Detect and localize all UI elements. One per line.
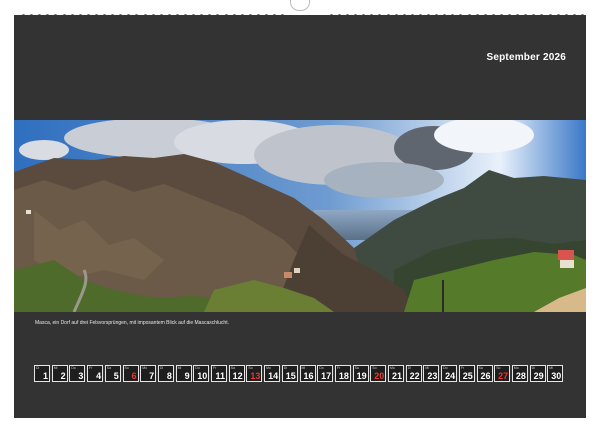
day-number: 16 (303, 371, 314, 381)
day-cell: Mi 23 (423, 365, 440, 382)
month-title: September 2026 (486, 52, 566, 63)
day-cell: So 6 (122, 365, 139, 382)
day-cell: Di 8 (157, 365, 174, 382)
day-number: 2 (60, 371, 66, 381)
weekday-label: Sa (354, 366, 359, 370)
weekday-label: So (372, 366, 377, 370)
day-cell: Sa 26 (476, 365, 493, 382)
weekday-label: So (496, 366, 501, 370)
day-cell: Sa 19 (352, 365, 369, 382)
weekday-label: Sa (106, 366, 112, 370)
day-number: 23 (427, 371, 438, 381)
day-number: 5 (113, 371, 119, 381)
day-number: 14 (268, 371, 279, 381)
day-number: 28 (515, 371, 526, 381)
day-number: 25 (462, 371, 473, 381)
day-number: 20 (374, 371, 385, 381)
weekday-label: Do (443, 366, 448, 370)
day-number: 7 (149, 371, 155, 381)
weekday-label: Di (283, 366, 288, 370)
day-number: 18 (338, 371, 349, 381)
day-number: 22 (409, 371, 420, 381)
day-number: 11 (215, 371, 225, 381)
day-number: 8 (166, 371, 172, 381)
day-cell: So 13 (246, 365, 263, 382)
calendar-sheet: September 2026 Masca, ein Dorf auf drei … (14, 15, 586, 418)
day-cell: Fr 11 (211, 365, 227, 382)
day-number: 1 (42, 371, 48, 381)
day-number: 21 (391, 371, 402, 381)
weekday-label: Mi (53, 366, 58, 370)
day-number: 24 (445, 371, 456, 381)
day-cell: Mo 14 (264, 365, 281, 382)
day-cell: So 27 (494, 365, 511, 382)
day-cell: Fr 25 (458, 365, 475, 382)
weekday-label: Mo (266, 366, 271, 370)
day-cell: Sa 5 (104, 365, 121, 382)
day-cell: Mo 7 (140, 365, 157, 382)
day-cell: Fr 18 (334, 365, 351, 382)
day-number: 13 (250, 371, 261, 381)
day-number: 19 (356, 371, 367, 381)
day-cell: Mo 28 (511, 365, 528, 382)
day-number: 9 (184, 371, 190, 381)
day-cell: Do 10 (193, 365, 210, 382)
weekday-label: Sa (478, 366, 483, 370)
weekday-label: Mi (549, 366, 553, 370)
day-number: 10 (197, 371, 208, 381)
weekday-label: Mo (513, 366, 519, 370)
weekday-label: Mi (425, 366, 430, 370)
day-cell: Di 15 (281, 365, 298, 382)
day-cell: Mi 2 (51, 365, 68, 382)
day-number: 3 (78, 371, 84, 381)
weekday-label: So (124, 366, 129, 370)
weekday-label: Di (159, 366, 164, 370)
day-cell: Di 1 (34, 365, 50, 382)
weekday-label: Do (195, 366, 200, 370)
day-cell: Do 24 (441, 365, 458, 382)
weekday-label: Fr (336, 366, 341, 370)
day-cell: Di 22 (405, 365, 422, 382)
landscape-photo (14, 120, 586, 312)
weekday-label: Di (36, 366, 40, 370)
weekday-label: So (248, 366, 253, 370)
day-number: 17 (321, 371, 332, 381)
day-number: 15 (285, 371, 296, 381)
day-number: 29 (533, 371, 544, 381)
day-cell: So 20 (370, 365, 387, 382)
weekday-label: Fr (89, 366, 93, 370)
weekday-label: Di (407, 366, 411, 370)
weekday-label: Fr (460, 366, 465, 370)
day-cell: Fr 4 (87, 365, 104, 382)
day-cell: Sa 12 (228, 365, 245, 382)
day-cell: Di 29 (529, 365, 546, 382)
day-number: 12 (232, 371, 243, 381)
weekday-label: Mi (177, 366, 182, 370)
weekday-label: Mi (301, 366, 306, 370)
weekday-label: Sa (230, 366, 235, 370)
weekday-label: Mo (142, 366, 148, 370)
day-cell: Mi 9 (175, 365, 192, 382)
weekday-label: Mo (390, 366, 395, 370)
weekday-label: Do (319, 366, 324, 370)
day-cell: Do 3 (69, 365, 86, 382)
photo-caption: Masca, ein Dorf auf drei Felsvorsprüngen… (35, 320, 229, 326)
day-number: 30 (551, 371, 562, 381)
weekday-label: Fr (213, 366, 217, 370)
day-number: 4 (96, 371, 102, 381)
day-cell: Do 17 (317, 365, 334, 382)
day-cell: Mi 16 (299, 365, 316, 382)
day-number: 6 (131, 371, 137, 381)
day-number: 27 (498, 371, 509, 381)
day-cell: Mo 21 (388, 365, 404, 382)
weekday-label: Do (71, 366, 76, 370)
hanger-hook (290, 0, 310, 11)
day-number: 26 (480, 371, 491, 381)
weekday-label: Di (531, 366, 535, 370)
day-cell: Mi 30 (547, 365, 564, 382)
